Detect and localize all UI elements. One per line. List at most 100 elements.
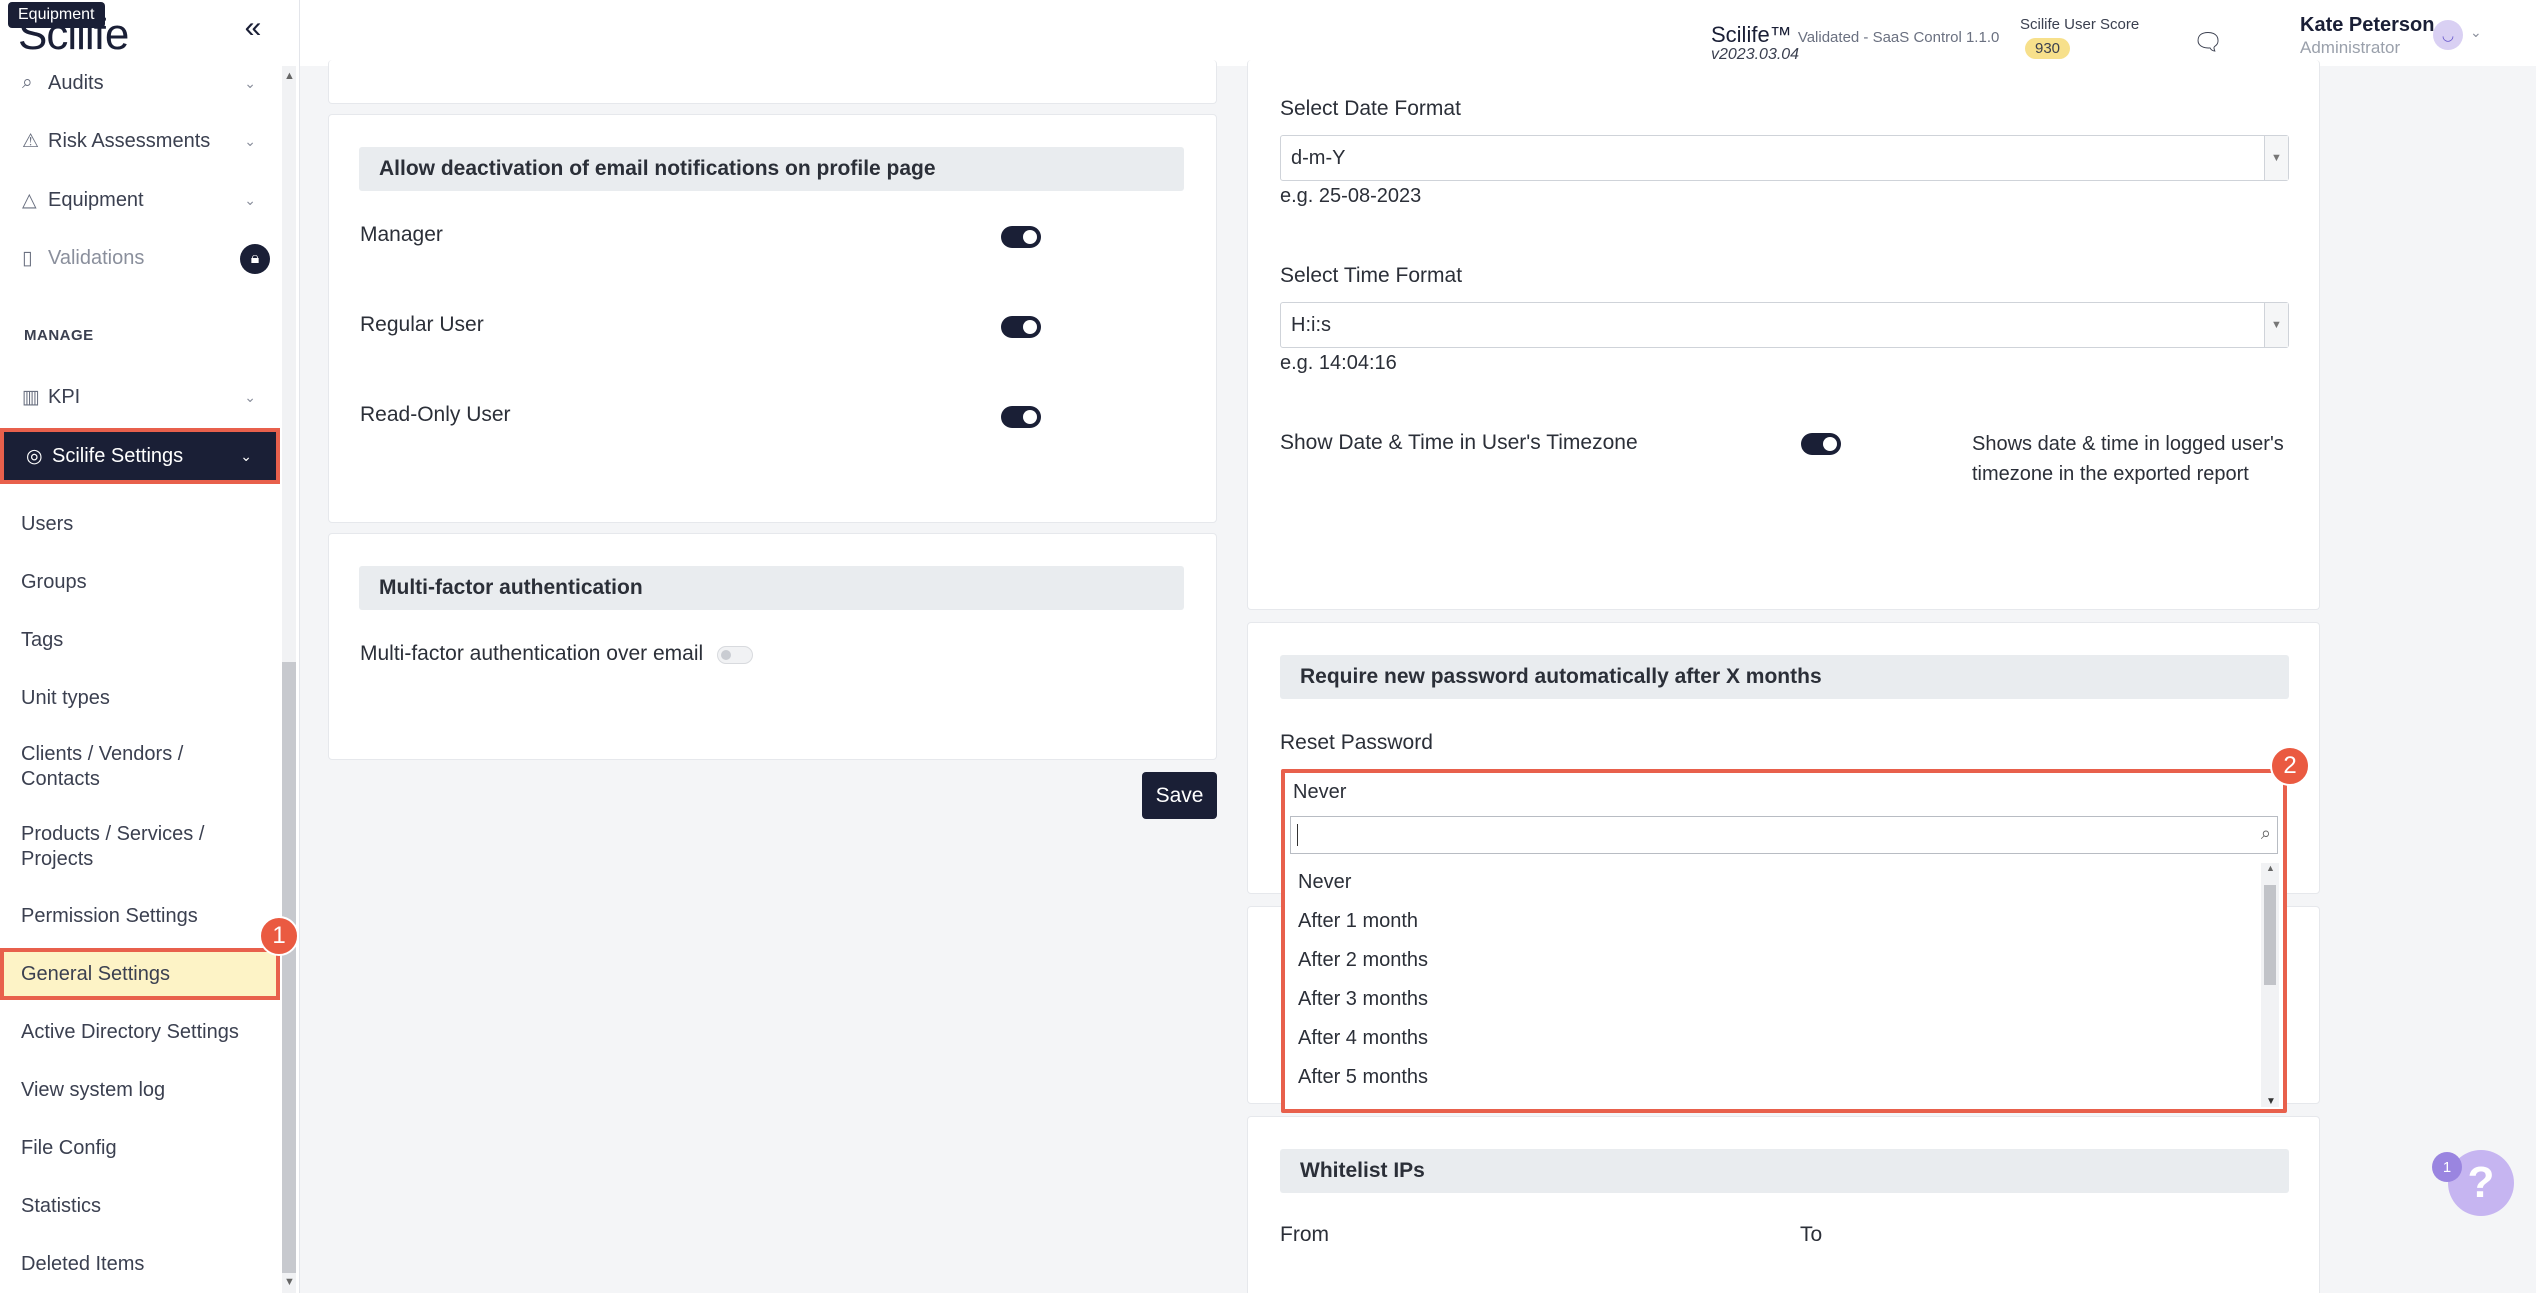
sidebar-subitem-file-config[interactable]: File Config	[0, 1136, 280, 1161]
mfa-email-toggle[interactable]	[717, 646, 753, 664]
dropdown-scrollbar[interactable]: ▲ ▼	[2261, 863, 2279, 1107]
reset-password-current[interactable]: Never	[1293, 781, 1346, 804]
read-only-user-label: Read-Only User	[360, 403, 511, 426]
audits-icon: ⌕	[22, 72, 33, 93]
sidebar-subitem-groups[interactable]: Groups	[0, 570, 280, 595]
sidebar-item-label: Equipment	[48, 188, 144, 211]
dropdown-option-6-months[interactable]: After 6 months	[1290, 1097, 2260, 1107]
timezone-toggle[interactable]	[1801, 433, 1841, 455]
sidebar-subitem-system-log[interactable]: View system log	[0, 1078, 280, 1103]
top-partial-card	[328, 60, 1217, 104]
chevron-down-icon: ▼	[2264, 303, 2288, 347]
brand-name: Scilife™	[1711, 22, 1792, 47]
sidebar-subitem-products-services[interactable]: Products / Services / Projects	[0, 822, 230, 872]
reset-password-dropdown[interactable]: Never ⌕ Never After 1 month After 2 mont…	[1281, 769, 2287, 1113]
scroll-up-icon[interactable]: ▲	[2266, 863, 2275, 873]
datetime-card: Select Date Format d-m-Y ▼ e.g. 25-08-20…	[1247, 60, 2320, 610]
time-format-select[interactable]: H:i:s ▼	[1280, 302, 2289, 348]
chevron-down-icon: ⌄	[244, 74, 256, 91]
text-caret	[1297, 824, 1298, 846]
timezone-label: Show Date & Time in User's Timezone	[1280, 431, 1638, 454]
date-format-example: e.g. 25-08-2023	[1280, 185, 1422, 207]
flask-icon: △	[22, 189, 37, 211]
sidebar-subitem-tags[interactable]: Tags	[0, 628, 280, 653]
sidebar-item-equipment[interactable]: △ Equipment ⌄	[0, 174, 280, 226]
date-format-value: d-m-Y	[1291, 146, 1346, 169]
manage-section-title: MANAGE	[24, 327, 94, 344]
dropdown-option-never[interactable]: Never	[1290, 863, 2260, 902]
dropdown-scrollbar-thumb[interactable]	[2264, 885, 2276, 985]
reset-password-label: Reset Password	[1280, 731, 1433, 754]
sidebar-item-audits[interactable]: ⌕ Audits ⌄	[0, 57, 280, 109]
top-header: Scilife™ Validated - SaaS Control 1.1.0 …	[300, 0, 2536, 66]
manager-toggle[interactable]	[1001, 226, 1041, 248]
sidebar-item-label: KPI	[48, 385, 81, 408]
email-notifications-card: Allow deactivation of email notification…	[328, 114, 1217, 523]
manager-label: Manager	[360, 223, 443, 246]
equipment-tooltip: Equipment	[8, 2, 105, 28]
scroll-down-icon[interactable]: ▼	[2266, 1096, 2276, 1107]
sidebar-subitem-unit-types[interactable]: Unit types	[0, 686, 280, 711]
dropdown-option-4-months[interactable]: After 4 months	[1290, 1019, 2260, 1058]
sidebar-subitem-deleted-items[interactable]: Deleted Items	[0, 1252, 280, 1277]
whitelist-card: Whitelist IPs From To	[1247, 1116, 2320, 1293]
product-brand: Scilife™ Validated - SaaS Control 1.1.0	[1711, 22, 1999, 48]
dropdown-option-1-month[interactable]: After 1 month	[1290, 902, 2260, 941]
sidebar-item-label: Audits	[48, 71, 104, 94]
sidebar-subitem-clients-vendors[interactable]: Clients / Vendors / Contacts	[0, 742, 220, 792]
chevron-down-icon: ⌄	[240, 447, 252, 464]
search-icon: ⌕	[2260, 823, 2271, 843]
sidebar-subitem-users[interactable]: Users	[0, 512, 280, 537]
lock-icon: 🔒︎	[240, 244, 270, 274]
scroll-down-icon[interactable]: ▼	[284, 1276, 295, 1288]
sidebar-item-risk-assessments[interactable]: ⚠ Risk Assessments ⌄	[0, 115, 280, 167]
avatar[interactable]: ◡	[2433, 20, 2463, 50]
question-mark-icon: ?	[2467, 1158, 2495, 1207]
brand-subtitle: Validated - SaaS Control 1.1.0	[1797, 29, 2000, 46]
regular-user-toggle[interactable]	[1001, 316, 1041, 338]
chat-icon[interactable]: 🗨︎	[2193, 28, 2223, 57]
scroll-up-icon[interactable]: ▲	[284, 70, 295, 82]
sidebar-item-label: Validations	[48, 246, 145, 269]
sidebar-item-kpi[interactable]: ▥ KPI ⌄	[0, 371, 280, 423]
sidebar-scrollbar-thumb[interactable]	[282, 662, 296, 1273]
user-name[interactable]: Kate Peterson	[2300, 14, 2435, 37]
time-format-value: H:i:s	[1291, 313, 1331, 336]
sidebar-subitem-general-settings[interactable]: General Settings	[0, 948, 280, 1000]
dropdown-option-2-months[interactable]: After 2 months	[1290, 941, 2260, 980]
card-title: Allow deactivation of email notification…	[359, 147, 1184, 191]
time-format-example: e.g. 14:04:16	[1280, 352, 1397, 374]
sidebar-item-label: Risk Assessments	[48, 129, 211, 152]
mfa-email-label: Multi-factor authentication over email	[360, 642, 704, 665]
sidebar-subitem-active-directory[interactable]: Active Directory Settings	[0, 1020, 280, 1045]
sidebar-subitem-statistics[interactable]: Statistics	[0, 1194, 280, 1219]
dropdown-options-list: Never After 1 month After 2 months After…	[1290, 863, 2260, 1107]
time-format-label: Select Time Format	[1280, 264, 1463, 287]
sidebar-subitem-permission-settings[interactable]: Permission Settings	[0, 904, 280, 929]
step-callout-2: 2	[2270, 746, 2310, 786]
sidebar: Scilife Equipment « ⌕ Audits ⌄ ⚠ Risk As…	[0, 0, 300, 1293]
save-button[interactable]: Save	[1142, 772, 1217, 819]
date-format-label: Select Date Format	[1280, 97, 1461, 120]
read-only-user-toggle[interactable]	[1001, 406, 1041, 428]
user-score-badge[interactable]: 930	[2025, 38, 2071, 59]
date-format-select[interactable]: d-m-Y ▼	[1280, 135, 2289, 181]
user-role: Administrator	[2300, 38, 2401, 57]
dropdown-option-3-months[interactable]: After 3 months	[1290, 980, 2260, 1019]
collapse-sidebar-icon[interactable]: «	[238, 13, 268, 44]
clipboard-icon: ▯	[22, 247, 33, 269]
sidebar-item-scilife-settings[interactable]: ◎ Scilife Settings ⌄	[0, 428, 280, 484]
ip-to-label: To	[1800, 1223, 1823, 1246]
ip-from-label: From	[1280, 1223, 1329, 1246]
regular-user-label: Regular User	[360, 313, 484, 336]
chevron-down-icon[interactable]: ⌄	[2470, 24, 2482, 41]
sidebar-item-validations[interactable]: ▯ Validations 🔒︎	[0, 232, 280, 284]
card-title: Whitelist IPs	[1280, 1149, 2289, 1193]
chevron-down-icon: ⌄	[244, 191, 256, 208]
dropdown-option-5-months[interactable]: After 5 months	[1290, 1058, 2260, 1097]
user-score-label: Scilife User Score	[2020, 16, 2140, 33]
chevron-down-icon: ⌄	[244, 132, 256, 149]
dropdown-search-input[interactable]: ⌕	[1290, 816, 2278, 854]
help-notification-badge: 1	[2432, 1152, 2462, 1182]
chevron-down-icon: ⌄	[244, 388, 256, 405]
